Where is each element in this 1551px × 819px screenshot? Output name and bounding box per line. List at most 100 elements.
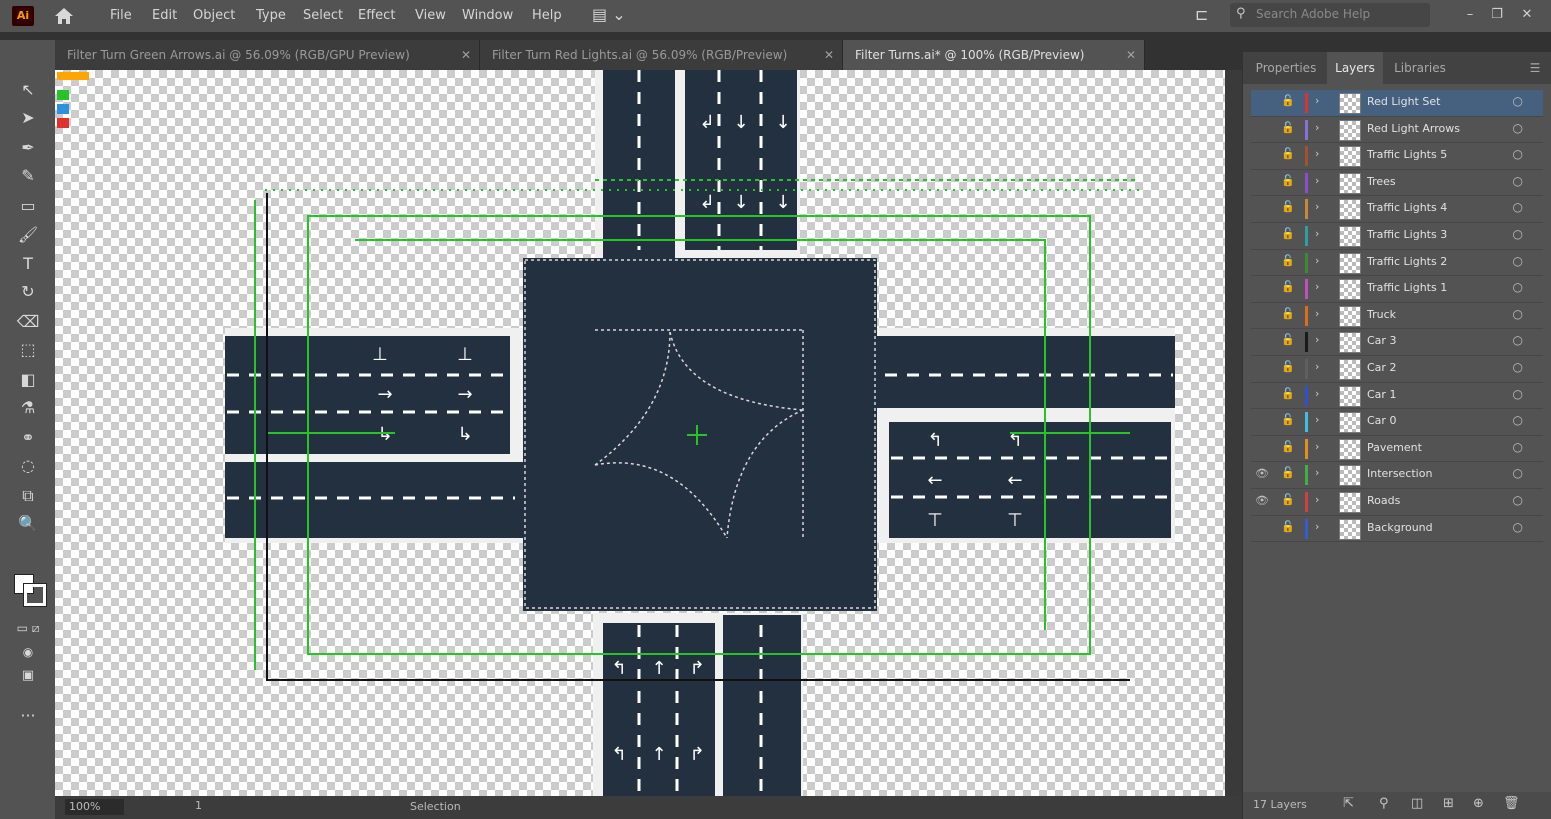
maximize-icon[interactable]: ❐ (1484, 4, 1510, 26)
layer-name[interactable]: Car 1 (1367, 388, 1396, 401)
visibility-eye-icon[interactable] (1255, 361, 1271, 375)
blend-tool-icon[interactable]: ⚭ (14, 426, 42, 450)
expand-chevron-icon[interactable]: › (1315, 254, 1319, 267)
target-circle-icon[interactable]: ○ (1513, 280, 1523, 294)
menu-window[interactable]: Window (462, 8, 513, 23)
target-circle-icon[interactable]: ○ (1513, 387, 1523, 401)
tab-document-3[interactable]: Filter Turns.ai* @ 100% (RGB/Preview) ✕ (843, 40, 1145, 70)
close-tab-icon[interactable]: ✕ (461, 40, 471, 70)
layer-row[interactable]: 🔓 › Trees ○ (1251, 170, 1543, 197)
close-tab-icon[interactable]: ✕ (1126, 40, 1136, 70)
target-circle-icon[interactable]: ○ (1513, 307, 1523, 321)
lock-icon[interactable]: 🔓 (1281, 227, 1295, 240)
expand-chevron-icon[interactable]: › (1315, 520, 1319, 533)
layer-name[interactable]: Car 0 (1367, 414, 1396, 427)
visibility-eye-icon[interactable]: 👁 (1255, 494, 1271, 508)
tab-libraries[interactable]: Libraries (1389, 52, 1451, 84)
eyedropper-tool-icon[interactable]: ⚗ (14, 396, 42, 420)
layer-row[interactable]: 🔓 › Traffic Lights 2 ○ (1251, 250, 1543, 277)
visibility-eye-icon[interactable] (1255, 281, 1271, 295)
lock-icon[interactable]: 🔓 (1281, 360, 1295, 373)
target-circle-icon[interactable]: ○ (1513, 94, 1523, 108)
layer-name[interactable]: Background (1367, 521, 1433, 534)
panel-menu-icon[interactable]: ☰ (1523, 52, 1547, 84)
target-circle-icon[interactable]: ○ (1513, 200, 1523, 214)
target-circle-icon[interactable]: ○ (1513, 121, 1523, 135)
lock-icon[interactable]: 🔓 (1281, 200, 1295, 213)
make-clipping-mask-icon[interactable]: ◫ (1411, 796, 1423, 811)
layer-name[interactable]: Traffic Lights 3 (1367, 228, 1447, 241)
layer-name[interactable]: Traffic Lights 1 (1367, 281, 1447, 294)
new-layer-icon[interactable]: ⊕ (1473, 796, 1484, 811)
layer-row[interactable]: 🔓 › Traffic Lights 3 ○ (1251, 223, 1543, 250)
menu-file[interactable]: File (110, 8, 132, 23)
menu-select[interactable]: Select (303, 8, 343, 23)
visibility-eye-icon[interactable] (1255, 148, 1271, 162)
visibility-eye-icon[interactable] (1255, 308, 1271, 322)
menu-effect[interactable]: Effect (358, 8, 395, 23)
lock-icon[interactable]: 🔓 (1281, 413, 1295, 426)
home-icon[interactable] (52, 4, 76, 28)
visibility-eye-icon[interactable] (1255, 201, 1271, 215)
lock-icon[interactable]: 🔓 (1281, 493, 1295, 506)
lock-icon[interactable]: 🔓 (1281, 94, 1295, 107)
free-transform-tool-icon[interactable]: ⬚ (14, 338, 42, 362)
visibility-eye-icon[interactable]: 👁 (1255, 467, 1271, 481)
visibility-eye-icon[interactable] (1255, 95, 1271, 109)
lock-icon[interactable]: 🔓 (1281, 520, 1295, 533)
expand-chevron-icon[interactable]: › (1315, 147, 1319, 160)
expand-chevron-icon[interactable]: › (1315, 307, 1319, 320)
layer-name[interactable]: Trees (1367, 175, 1396, 188)
target-circle-icon[interactable]: ○ (1513, 227, 1523, 241)
target-circle-icon[interactable]: ○ (1513, 520, 1523, 534)
lock-icon[interactable]: 🔓 (1281, 440, 1295, 453)
direct-selection-tool-icon[interactable]: ➤ (14, 106, 42, 130)
expand-chevron-icon[interactable]: › (1315, 200, 1319, 213)
visibility-eye-icon[interactable] (1255, 255, 1271, 269)
menu-help[interactable]: Help (532, 8, 562, 23)
layer-name[interactable]: Intersection (1367, 467, 1432, 480)
close-icon[interactable]: ✕ (1514, 4, 1540, 26)
selection-tool-icon[interactable]: ↖ (14, 78, 42, 102)
delete-layer-icon[interactable]: 🗑 (1503, 796, 1520, 811)
artboard-canvas[interactable]: ↲ ↓ ↓ ↲ ↓ ↓ ⊥ ⊥ → → ↳ ↳ ↰ ↰ ← ← ⊤ ⊤ ↰ ↑ ↱ ↰ ↑ ↱ (55, 70, 1225, 796)
target-circle-icon[interactable]: ○ (1513, 413, 1523, 427)
target-circle-icon[interactable]: ○ (1513, 440, 1523, 454)
artboard-tool-icon[interactable]: ⧉ (14, 484, 42, 508)
expand-chevron-icon[interactable]: › (1315, 121, 1319, 134)
layer-name[interactable]: Truck (1367, 308, 1396, 321)
target-circle-icon[interactable]: ○ (1513, 360, 1523, 374)
pen-tool-icon[interactable]: ✒ (14, 136, 42, 160)
workspace-switcher-icon[interactable]: ▤ ⌄ (592, 5, 626, 24)
tab-document-1[interactable]: Filter Turn Green Arrows.ai @ 56.09% (RG… (55, 40, 480, 70)
target-circle-icon[interactable]: ○ (1513, 147, 1523, 161)
target-circle-icon[interactable]: ○ (1513, 174, 1523, 188)
lock-icon[interactable]: 🔓 (1281, 307, 1295, 320)
stroke-swatch-icon[interactable] (23, 583, 47, 607)
layer-row[interactable]: 🔓 › Car 1 ○ (1251, 383, 1543, 410)
layer-row[interactable]: 🔓 › Truck ○ (1251, 303, 1543, 330)
expand-chevron-icon[interactable]: › (1315, 360, 1319, 373)
layer-name[interactable]: Traffic Lights 4 (1367, 201, 1447, 214)
tab-properties[interactable]: Properties (1249, 52, 1323, 84)
lock-icon[interactable]: 🔓 (1281, 254, 1295, 267)
layer-row[interactable]: 🔓 › Car 3 ○ (1251, 329, 1543, 356)
layer-name[interactable]: Pavement (1367, 441, 1422, 454)
expand-chevron-icon[interactable]: › (1315, 413, 1319, 426)
curvature-tool-icon[interactable]: ✎ (14, 164, 42, 188)
color-mode-icon[interactable]: ▭ ⧄ (14, 616, 42, 640)
visibility-eye-icon[interactable] (1255, 122, 1271, 136)
layer-row[interactable]: 🔓 › Traffic Lights 1 ○ (1251, 276, 1543, 303)
search-field[interactable]: ⚲ Search Adobe Help (1230, 3, 1430, 27)
menu-object[interactable]: Object (193, 8, 235, 23)
drawing-mode-icon[interactable]: ◉ (14, 640, 42, 664)
locate-object-icon[interactable]: ⚲ (1379, 796, 1389, 811)
screen-mode-icon[interactable]: ▣ (14, 664, 42, 688)
lock-icon[interactable]: 🔓 (1281, 280, 1295, 293)
layer-row[interactable]: 🔓 › Background ○ (1251, 516, 1543, 543)
expand-chevron-icon[interactable]: › (1315, 440, 1319, 453)
gradient-tool-icon[interactable]: ◧ (14, 368, 42, 392)
visibility-eye-icon[interactable] (1255, 175, 1271, 189)
layer-row[interactable]: 👁 🔓 › Intersection ○ (1251, 462, 1543, 489)
type-tool-icon[interactable]: T (14, 252, 42, 276)
